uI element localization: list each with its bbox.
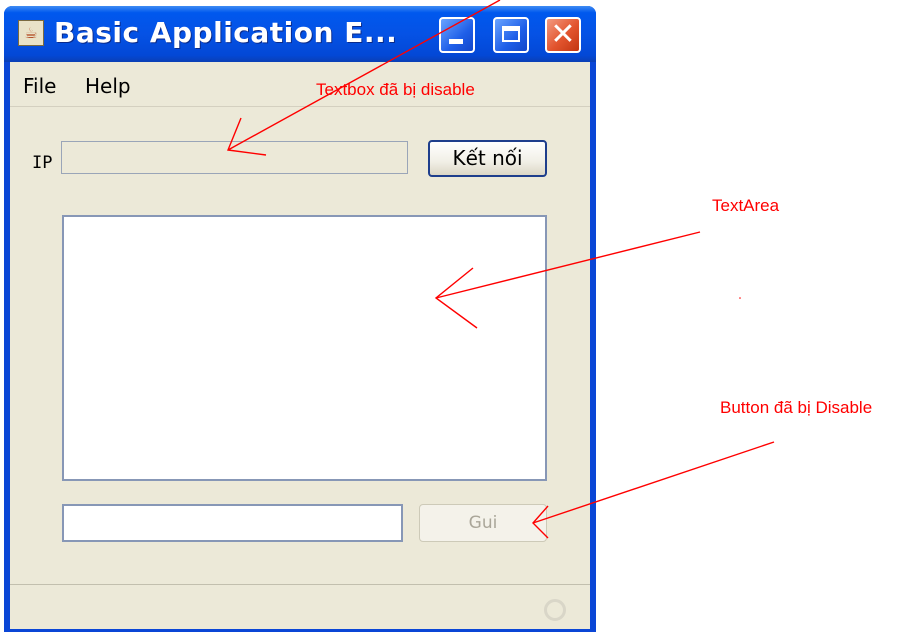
- arrow-textarea-line: [435, 231, 701, 299]
- arrow-textbox-line: [227, 0, 501, 151]
- stray-dot: [739, 297, 741, 299]
- arrow-textarea-head: [434, 267, 478, 329]
- arrow-button-line: [532, 441, 775, 524]
- annotation-arrows: [227, 0, 775, 539]
- arrow-textbox-head: [227, 117, 267, 156]
